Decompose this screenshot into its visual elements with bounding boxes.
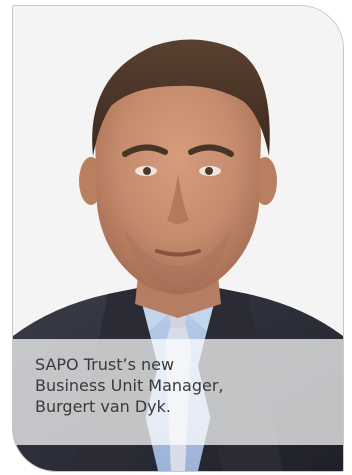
- caption-line: Business Unit Manager,: [35, 376, 224, 395]
- caption-line: SAPO Trust’s new: [35, 355, 175, 374]
- caption-line: Burgert van Dyk.: [35, 397, 171, 416]
- photo-caption: SAPO Trust’s new Business Unit Manager, …: [35, 354, 335, 417]
- photo-card: SAPO Trust’s new Business Unit Manager, …: [12, 5, 344, 472]
